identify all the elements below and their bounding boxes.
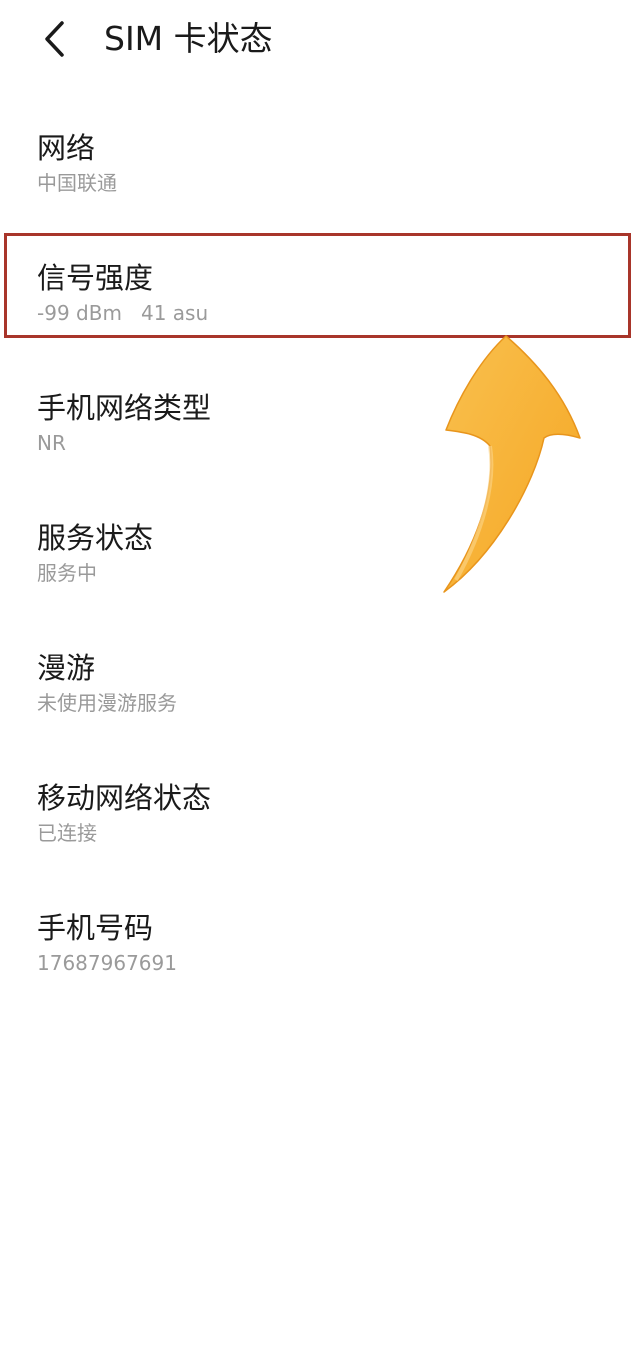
app-header: SIM 卡状态 [0, 0, 640, 80]
item-value: NR [37, 431, 66, 455]
item-title: 网络 [37, 131, 96, 165]
list-item-signal-strength[interactable]: 信号强度 -99 dBm 41 asu [0, 234, 640, 364]
list-item-mobile-network-state[interactable]: 移动网络状态 已连接 [0, 754, 640, 884]
item-title: 手机号码 [37, 911, 154, 945]
list-item-network[interactable]: 网络 中国联通 [0, 104, 640, 234]
item-title: 移动网络状态 [37, 781, 212, 815]
item-value: 已连接 [37, 821, 97, 845]
item-title: 信号强度 [37, 261, 154, 295]
list-item-service-state[interactable]: 服务状态 服务中 [0, 494, 640, 624]
back-button[interactable] [30, 14, 80, 64]
item-title: 漫游 [37, 651, 96, 685]
sim-status-list: 网络 中国联通 信号强度 -99 dBm 41 asu 手机网络类型 NR 服务… [0, 104, 640, 1014]
list-item-phone-number[interactable]: 手机号码 17687967691 [0, 884, 640, 1014]
item-title: 服务状态 [37, 521, 154, 555]
item-value: 17687967691 [37, 951, 177, 975]
item-title: 手机网络类型 [37, 391, 212, 425]
list-item-network-type[interactable]: 手机网络类型 NR [0, 364, 640, 494]
list-item-roaming[interactable]: 漫游 未使用漫游服务 [0, 624, 640, 754]
item-value: 未使用漫游服务 [37, 691, 177, 715]
item-value: 服务中 [37, 561, 97, 585]
item-value: 中国联通 [37, 171, 117, 195]
chevron-left-icon [45, 21, 64, 57]
page-title: SIM 卡状态 [104, 19, 273, 58]
item-value: -99 dBm 41 asu [37, 301, 209, 325]
